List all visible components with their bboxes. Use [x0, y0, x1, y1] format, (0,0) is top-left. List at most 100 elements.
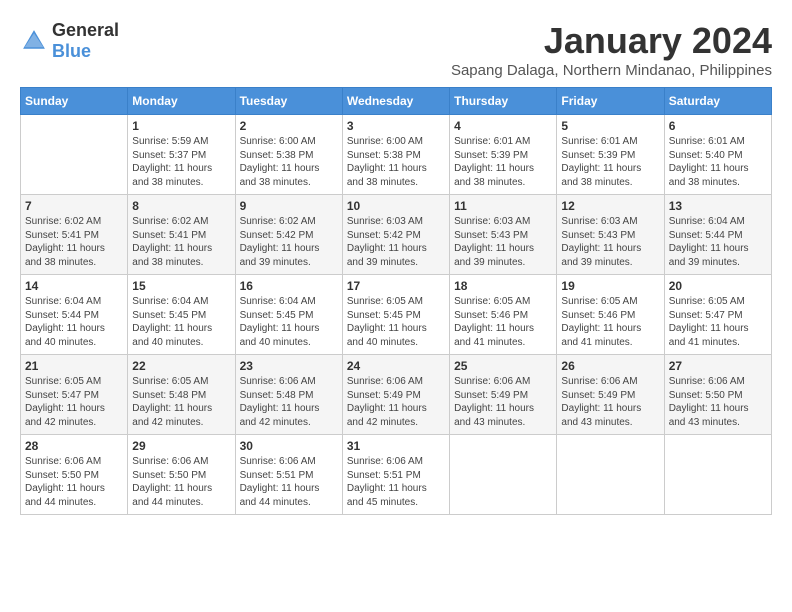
daylight-text: Daylight: 11 hours and 38 minutes. — [240, 163, 320, 188]
day-of-week-header: Friday — [557, 88, 664, 115]
day-info: Sunrise: 6:01 AMSunset: 5:40 PMDaylight:… — [669, 135, 767, 189]
sunrise-text: Sunrise: 6:06 AM — [132, 456, 208, 467]
calendar-cell: 20 Sunrise: 6:05 AM Sunset: 5:47 PM Dayligh… — [664, 275, 771, 355]
page-header: General Blue January 2024 Sapang Dalaga,… — [20, 20, 772, 79]
daylight-text: Daylight: 11 hours and 42 minutes. — [132, 403, 212, 428]
calendar-cell: 16Sunrise: 6:04 AMSunset: 5:45 PMDayligh… — [235, 275, 342, 355]
day-info: Sunrise: 6:06 AMSunset: 5:49 PMDaylight:… — [454, 375, 552, 429]
sunrise-text: Sunrise: 6:05 AM — [454, 296, 530, 307]
calendar-cell: 4 Sunrise: 6:01 AMSunset: 5:39 PMDaylight… — [450, 115, 557, 195]
daylight-text: Daylight: 11 hours and 39 minutes. — [240, 243, 320, 268]
day-info: Sunrise: 6:05 AMSunset: 5:48 PMDaylight:… — [132, 375, 230, 429]
day-number: 19 — [561, 279, 659, 293]
sunset-text: Sunset: 5:49 PM — [454, 390, 528, 401]
calendar-week-row: 7Sunrise: 6:02 AMSunset: 5:41 PMDaylight… — [21, 195, 772, 275]
calendar-cell: 28Sunrise: 6:06 AMSunset: 5:50 PMDayligh… — [21, 435, 128, 515]
calendar-cell: 13Sunrise: 6:04 AMSunset: 5:44 PMDayligh… — [664, 195, 771, 275]
daylight-text: Daylight: 11 hours and 40 minutes. — [347, 323, 427, 348]
daylight-text: Daylight: 11 hours and 42 minutes. — [25, 403, 105, 428]
day-number: 31 — [347, 439, 445, 453]
sunrise-text: Sunrise: 6:06 AM — [669, 376, 745, 387]
sunrise-text: Sunrise: 6:06 AM — [25, 456, 101, 467]
daylight-text: Daylight: 11 hours and 41 minutes. — [561, 323, 641, 348]
sunrise-text: Sunrise: 6:04 AM — [25, 296, 101, 307]
day-info: Sunrise: 6:01 AMSunset: 5:39 PMDaylight:… — [454, 135, 552, 189]
calendar-cell: 22Sunrise: 6:05 AMSunset: 5:48 PMDayligh… — [128, 355, 235, 435]
sunrise-text: Sunrise: 6:05 AM — [561, 296, 637, 307]
day-of-week-header: Wednesday — [342, 88, 449, 115]
calendar-cell: 2Sunrise: 6:00 AMSunset: 5:38 PMDaylight… — [235, 115, 342, 195]
calendar-cell: 24Sunrise: 6:06 AMSunset: 5:49 PMDayligh… — [342, 355, 449, 435]
logo: General Blue — [20, 20, 119, 62]
day-number: 11 — [454, 199, 552, 213]
day-info: Sunrise: 6:05 AMSunset: 5:46 PMDaylight:… — [561, 295, 659, 349]
day-of-week-header: Tuesday — [235, 88, 342, 115]
day-info: Sunrise: 6:06 AMSunset: 5:49 PMDaylight:… — [347, 375, 445, 429]
month-title: January 2024 — [451, 20, 772, 62]
day-number: 5 — [561, 119, 659, 133]
calendar-week-row: 14Sunrise: 6:04 AMSunset: 5:44 PMDayligh… — [21, 275, 772, 355]
sunrise-text: Sunrise: 6:01 AM — [454, 136, 530, 147]
sunset-text: Sunset: 5:38 PM — [347, 150, 421, 161]
daylight-text: Daylight: 11 hours and 39 minutes. — [669, 243, 749, 268]
day-number: 8 — [132, 199, 230, 213]
sunset-text: Sunset: 5:47 PM — [669, 310, 743, 321]
day-number: 20 — [669, 279, 767, 293]
sunrise-text: Sunrise: 6:06 AM — [454, 376, 530, 387]
calendar-cell: 17Sunrise: 6:05 AMSunset: 5:45 PMDayligh… — [342, 275, 449, 355]
daylight-text: Daylight: 11 hours and 43 minutes. — [669, 403, 749, 428]
calendar-cell: 14Sunrise: 6:04 AMSunset: 5:44 PMDayligh… — [21, 275, 128, 355]
day-number: 6 — [669, 119, 767, 133]
daylight-text: Daylight: 11 hours and 43 minutes. — [561, 403, 641, 428]
day-of-week-header: Monday — [128, 88, 235, 115]
sunset-text: Sunset: 5:41 PM — [132, 230, 206, 241]
day-number: 3 — [347, 119, 445, 133]
sunrise-text: Sunrise: 6:06 AM — [240, 376, 316, 387]
daylight-text: Daylight: 11 hours and 38 minutes. — [561, 163, 641, 188]
calendar-cell: 19 Sunrise: 6:05 AMSunset: 5:46 PMDayligh… — [557, 275, 664, 355]
day-number: 1 — [132, 119, 230, 133]
daylight-text: Daylight: 11 hours and 44 minutes. — [240, 483, 320, 508]
day-info: Sunrise: 5:59 AMSunset: 5:37 PMDaylight:… — [132, 135, 230, 189]
calendar-cell: 7Sunrise: 6:02 AMSunset: 5:41 PMDaylight… — [21, 195, 128, 275]
sunset-text: Sunset: 5:39 PM — [561, 150, 635, 161]
calendar-cell: 3Sunrise: 6:00 AMSunset: 5:38 PMDaylight… — [342, 115, 449, 195]
sunset-text: Sunset: 5:46 PM — [454, 310, 528, 321]
sunrise-text: Sunrise: 6:05 AM — [669, 296, 745, 307]
sunrise-text: Sunrise: 6:03 AM — [561, 216, 637, 227]
daylight-text: Daylight: 11 hours and 41 minutes. — [669, 323, 749, 348]
sunset-text: Sunset: 5:42 PM — [347, 230, 421, 241]
calendar-cell: 1 Sunrise: 5:59 AMSunset: 5:37 PMDaylight… — [128, 115, 235, 195]
sunset-text: Sunset: 5:42 PM — [240, 230, 314, 241]
calendar-table: SundayMondayTuesdayWednesdayThursdayFrid… — [20, 87, 772, 515]
day-number: 21 — [25, 359, 123, 373]
calendar-cell: 26Sunrise: 6:06 AMSunset: 5:49 PMDayligh… — [557, 355, 664, 435]
sunrise-text: Sunrise: 6:04 AM — [132, 296, 208, 307]
day-number: 23 — [240, 359, 338, 373]
calendar-cell: 6 Sunrise: 6:01 AMSunset: 5:40 PMDaylight… — [664, 115, 771, 195]
calendar-cell: 30Sunrise: 6:06 AMSunset: 5:51 PMDayligh… — [235, 435, 342, 515]
day-number: 27 — [669, 359, 767, 373]
sunrise-text: Sunrise: 6:04 AM — [240, 296, 316, 307]
daylight-text: Daylight: 11 hours and 45 minutes. — [347, 483, 427, 508]
sunset-text: Sunset: 5:47 PM — [25, 390, 99, 401]
calendar-cell — [450, 435, 557, 515]
daylight-text: Daylight: 11 hours and 38 minutes. — [347, 163, 427, 188]
day-number: 2 — [240, 119, 338, 133]
daylight-text: Daylight: 11 hours and 40 minutes. — [25, 323, 105, 348]
day-number: 4 — [454, 119, 552, 133]
day-info: Sunrise: 6:06 AMSunset: 5:51 PMDaylight:… — [240, 455, 338, 509]
day-info: Sunrise: 6:01 AM Sunset: 5:39 PM Daylight:… — [561, 135, 659, 189]
sunset-text: Sunset: 5:48 PM — [240, 390, 314, 401]
sunset-text: Sunset: 5:44 PM — [669, 230, 743, 241]
calendar-cell: 23Sunrise: 6:06 AMSunset: 5:48 PMDayligh… — [235, 355, 342, 435]
day-info: Sunrise: 6:03 AMSunset: 5:42 PMDaylight:… — [347, 215, 445, 269]
sunrise-text: Sunrise: 6:01 AM — [561, 136, 637, 147]
day-number: 10 — [347, 199, 445, 213]
day-info: Sunrise: 6:05 AMSunset: 5:45 PMDaylight:… — [347, 295, 445, 349]
sunset-text: Sunset: 5:51 PM — [347, 470, 421, 481]
day-info: Sunrise: 6:02 AMSunset: 5:41 PMDaylight:… — [25, 215, 123, 269]
day-info: Sunrise: 6:04 AMSunset: 5:44 PMDaylight:… — [669, 215, 767, 269]
day-number: 26 — [561, 359, 659, 373]
day-info: Sunrise: 6:06 AMSunset: 5:50 PMDaylight:… — [669, 375, 767, 429]
